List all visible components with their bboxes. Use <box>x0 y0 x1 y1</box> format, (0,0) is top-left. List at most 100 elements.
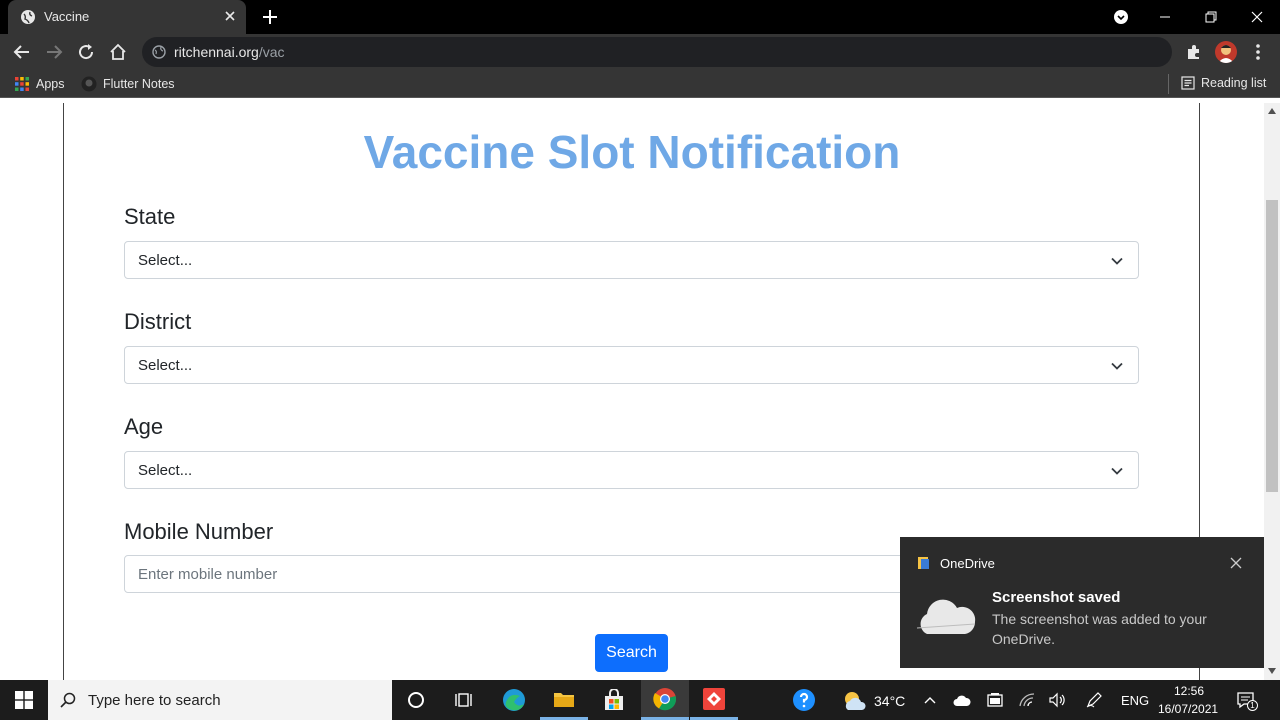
url-host: ritchennai.org <box>174 44 259 60</box>
taskbar-search-placeholder: Type here to search <box>88 692 221 709</box>
state-select-value: Select... <box>138 252 193 269</box>
reading-list-button[interactable]: Reading list <box>1181 76 1266 90</box>
chrome-icon <box>653 687 677 710</box>
chevron-up-icon[interactable] <box>924 696 936 704</box>
tab-search-button[interactable] <box>1098 0 1144 34</box>
forward-button[interactable] <box>42 40 66 64</box>
bookmarks-divider <box>1168 74 1169 94</box>
bookmark-label: Flutter Notes <box>103 77 175 91</box>
edge-taskbar-button[interactable] <box>490 680 538 720</box>
district-label: District <box>124 309 192 334</box>
avatar-icon <box>1218 45 1234 63</box>
weather-icon[interactable] <box>842 690 866 712</box>
mobile-number-placeholder: Enter mobile number <box>138 566 278 583</box>
tab-strip: Vaccine <box>0 0 1280 34</box>
chrome-taskbar-button[interactable] <box>641 680 689 720</box>
cortana-button[interactable] <box>392 680 440 720</box>
task-view-button[interactable] <box>440 680 488 720</box>
cortana-icon <box>408 692 424 708</box>
scroll-down-icon[interactable] <box>1268 668 1276 674</box>
github-icon <box>81 76 97 92</box>
bookmarks-bar: Apps Flutter Notes Reading list <box>0 70 1280 98</box>
bookmark-flutter-notes[interactable]: Flutter Notes <box>81 76 175 92</box>
minimize-icon <box>1160 16 1170 18</box>
close-icon[interactable] <box>1230 557 1242 569</box>
state-select[interactable]: Select... <box>124 241 1139 279</box>
back-button[interactable] <box>10 40 34 64</box>
help-taskbar-button[interactable] <box>780 680 828 720</box>
clock-date[interactable]: 16/07/2021 <box>1158 702 1218 716</box>
restore-button[interactable] <box>1188 0 1234 34</box>
reading-list-icon <box>1181 76 1195 90</box>
cloud-icon <box>916 599 976 634</box>
action-center-button[interactable]: 1 <box>1236 690 1258 711</box>
site-info-icon[interactable] <box>152 45 166 59</box>
weather-temperature[interactable]: 34°C <box>874 693 905 709</box>
new-tab-icon[interactable] <box>260 7 280 27</box>
chevron-down-icon <box>1111 257 1123 265</box>
tab-title: Vaccine <box>44 9 90 24</box>
menu-button[interactable] <box>1246 40 1270 64</box>
more-vert-icon <box>1256 44 1260 60</box>
search-button[interactable]: Search <box>595 634 668 672</box>
mobile-number-label: Mobile Number <box>124 519 274 544</box>
search-icon <box>60 692 76 708</box>
browser-tab[interactable]: Vaccine <box>8 0 246 34</box>
bookmark-apps[interactable]: Apps <box>14 76 65 92</box>
extensions-button[interactable] <box>1182 40 1206 64</box>
folder-icon <box>554 692 574 707</box>
clock-time[interactable]: 12:56 <box>1174 684 1204 698</box>
profile-avatar[interactable] <box>1215 41 1237 63</box>
arrow-right-icon <box>47 45 63 59</box>
windows-taskbar: Type here to search 34°C ENG 12:56 16/07… <box>0 680 1280 720</box>
page-title: Vaccine Slot Notification <box>363 126 901 178</box>
notification-count-badge: 1 <box>1247 700 1258 711</box>
onedrive-tray-icon[interactable] <box>953 693 971 707</box>
anydesk-taskbar-button[interactable] <box>690 680 738 720</box>
store-icon <box>605 689 623 710</box>
apps-grid-icon <box>15 77 29 91</box>
minimize-button[interactable] <box>1142 0 1188 34</box>
arrow-left-icon <box>13 45 29 59</box>
age-select[interactable]: Select... <box>124 451 1139 489</box>
reload-icon <box>79 44 94 60</box>
age-label: Age <box>124 414 164 439</box>
wifi-icon[interactable] <box>1018 692 1036 708</box>
puzzle-icon <box>1188 45 1199 59</box>
globe-icon <box>21 10 35 24</box>
address-bar[interactable]: ritchennai.org/vac <box>142 37 1172 67</box>
close-tab-icon[interactable] <box>222 8 238 24</box>
pen-icon[interactable] <box>1086 692 1102 708</box>
chevron-down-icon <box>1111 467 1123 475</box>
restore-icon <box>1205 11 1217 23</box>
close-icon <box>1251 11 1263 23</box>
file-explorer-taskbar-button[interactable] <box>540 680 588 720</box>
age-select-value: Select... <box>138 462 193 479</box>
reading-list-label: Reading list <box>1201 76 1267 90</box>
close-window-button[interactable] <box>1234 0 1280 34</box>
language-indicator[interactable]: ENG <box>1121 693 1149 708</box>
store-taskbar-button[interactable] <box>590 680 638 720</box>
volume-icon[interactable] <box>1049 692 1067 708</box>
district-select[interactable]: Select... <box>124 346 1139 384</box>
onedrive-toast[interactable]: OneDrive Screenshot saved The screenshot… <box>900 537 1264 668</box>
chevron-down-icon <box>1111 362 1123 370</box>
reload-button[interactable] <box>74 40 98 64</box>
toast-title: Screenshot saved <box>992 589 1121 606</box>
edge-icon <box>503 689 525 711</box>
battery-icon[interactable] <box>986 692 1004 708</box>
bookmark-label: Apps <box>36 77 65 91</box>
anydesk-icon <box>703 687 725 710</box>
district-select-value: Select... <box>138 357 193 374</box>
scrollbar-thumb[interactable] <box>1266 200 1278 492</box>
chevron-down-circle-icon <box>1114 10 1128 24</box>
scroll-up-icon[interactable] <box>1268 108 1276 114</box>
page-scrollbar[interactable] <box>1264 103 1280 680</box>
toast-message: The screenshot was added to your OneDriv… <box>992 611 1207 647</box>
onedrive-app-icon <box>918 557 929 569</box>
start-button[interactable] <box>0 680 48 720</box>
toast-app-name: OneDrive <box>940 556 995 571</box>
home-icon <box>110 43 126 60</box>
taskbar-search-box[interactable]: Type here to search <box>48 680 392 720</box>
home-button[interactable] <box>106 40 130 64</box>
